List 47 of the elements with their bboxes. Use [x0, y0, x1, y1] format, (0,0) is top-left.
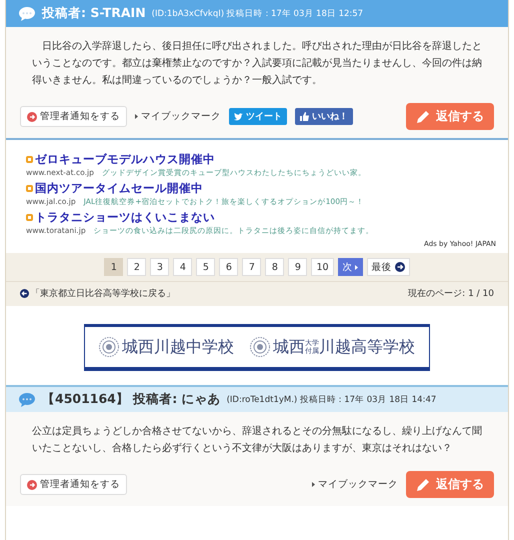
bookmark-link[interactable]: マイブックマーク	[312, 478, 398, 491]
post-meta: (ID:roTe1dt1yM.) 投稿日時 : 17年 03月 18日 14:47	[226, 394, 436, 406]
page-button[interactable]: 2	[127, 258, 146, 276]
arrow-circle-icon	[27, 480, 37, 490]
triangle-icon	[354, 264, 358, 270]
arrow-circle-icon	[27, 112, 37, 122]
post-author: 【4501164】 投稿者: にゃあ	[42, 391, 221, 408]
page-button[interactable]: 1	[104, 258, 124, 276]
pencil-icon	[416, 110, 430, 124]
page-button[interactable]: 4	[173, 258, 192, 276]
bird-icon	[234, 112, 243, 120]
ad-title-link[interactable]: トラタニショーツはくいこまない	[26, 210, 496, 225]
school-emblem-icon	[99, 337, 119, 357]
post-meta: (ID:1bA3xCfvkqI) 投稿日時 : 17年 03月 18日 12:57	[152, 8, 364, 20]
school-name: 城西川越中学校	[122, 336, 234, 358]
current-page-indicator: 現在のページ: 1 / 10	[408, 288, 494, 300]
page-button[interactable]: 3	[150, 258, 170, 276]
page-button[interactable]: 10	[311, 258, 334, 276]
report-button[interactable]: 管理者通知をする	[20, 474, 127, 495]
triangle-icon	[312, 482, 315, 487]
ad-title-link[interactable]: ゼロキューブモデルハウス開催中	[26, 152, 496, 167]
speech-bubble-icon	[18, 392, 36, 408]
bullet-icon	[26, 156, 33, 163]
thumbs-up-icon	[300, 112, 309, 121]
report-button[interactable]: 管理者通知をする	[20, 106, 127, 127]
arrow-circle-icon	[20, 289, 29, 298]
page-button[interactable]: 6	[219, 258, 238, 276]
page-button[interactable]: 7	[242, 258, 262, 276]
arrow-circle-icon	[394, 262, 405, 272]
page-button[interactable]: 8	[265, 258, 284, 276]
school-emblem-icon	[250, 337, 270, 357]
like-button[interactable]: いいね！	[295, 108, 353, 125]
post-author: 投稿者: S-TRAIN	[42, 5, 146, 22]
back-link[interactable]: 「東京都立日比谷高等学校に戻る」	[20, 287, 175, 300]
next-page-button[interactable]: 次	[338, 258, 363, 276]
page-button[interactable]: 9	[288, 258, 308, 276]
speech-bubble-icon	[18, 6, 36, 22]
post-body: 日比谷の入学辞退したら、後日担任に呼び出されました。呼び出された理由が日比谷を辞退したということなのです。都立は棄権禁止なのですか？入試要項に記載が見当たりませんし、今回の件は納得いきません。私は間違っているのでしょうか？一般入試です。	[31, 40, 483, 88]
bookmark-link[interactable]: マイブックマーク	[135, 110, 221, 123]
page-button[interactable]: 5	[196, 258, 216, 276]
bullet-icon	[26, 214, 33, 221]
triangle-icon	[135, 114, 138, 119]
post-body: 公立は定員ちょうどしか合格させてないから、辞退されるとその分無駄になるし、繰り上げなんて聞いたことないし、合格したら必ず行くという不文律が大阪はありますが、東京はそれはない？	[31, 424, 483, 456]
last-page-button[interactable]: 最後	[366, 258, 410, 276]
pencil-icon	[416, 478, 430, 492]
ad-title-link[interactable]: 国内ツアータイムセール開催中	[26, 181, 496, 196]
bullet-icon	[26, 185, 33, 192]
